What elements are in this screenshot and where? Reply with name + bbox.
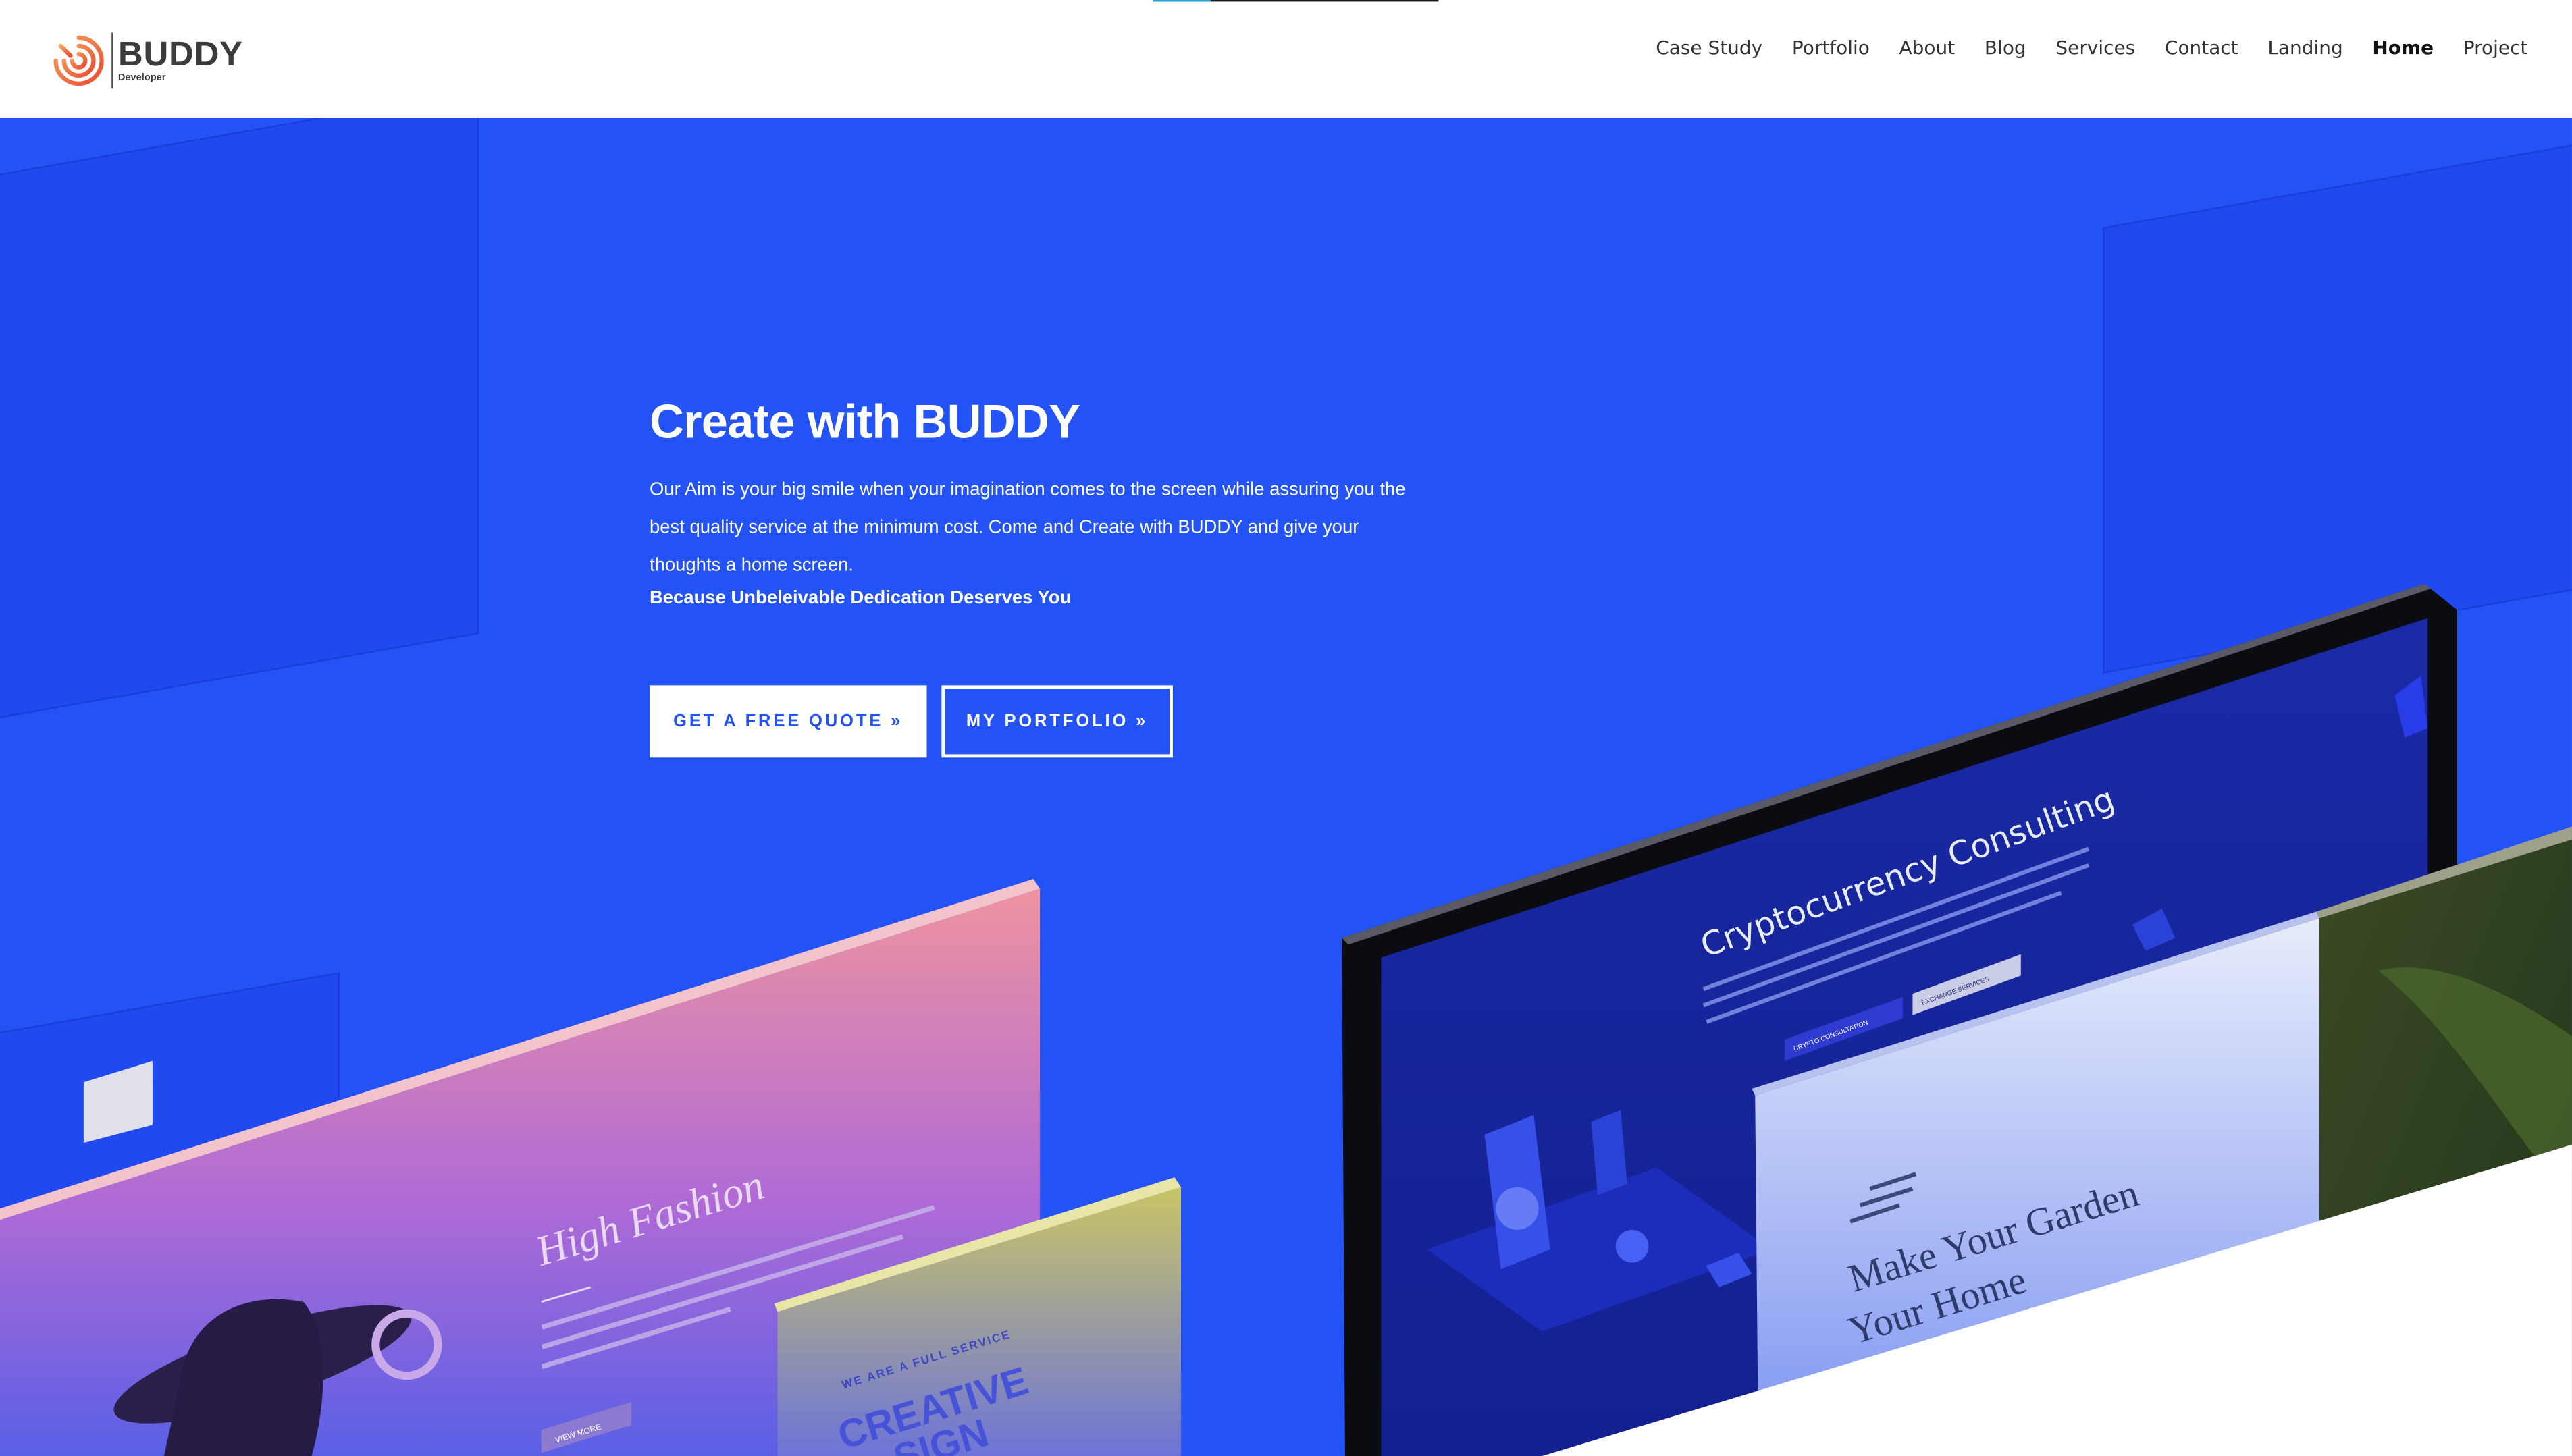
logo-subtitle: Developer bbox=[117, 74, 166, 84]
nav-item-contact[interactable]: Contact bbox=[2165, 34, 2238, 61]
main-nav: Case Study Portfolio About Blog Services Cont… bbox=[1627, 34, 2528, 61]
logo-wordmark: BUDDY Developer bbox=[118, 38, 243, 84]
nav-item-blog[interactable]: Blog bbox=[1985, 34, 2026, 61]
logo-divider bbox=[111, 32, 113, 89]
scroll-progress-fill bbox=[1153, 0, 1211, 2]
scroll-progress-bar bbox=[1153, 0, 1439, 2]
nav-item-portfolio[interactable]: Portfolio bbox=[1792, 34, 1870, 61]
hero-section: Create with BUDDY Our Aim is your big sm… bbox=[0, 117, 2572, 1456]
nav-item-case-study[interactable]: Case Study bbox=[1656, 34, 1762, 61]
site-logo[interactable]: BUDDY Developer bbox=[51, 31, 243, 90]
floating-card bbox=[83, 1060, 153, 1143]
logo-name: BUDDY bbox=[117, 36, 243, 74]
site-header: BUDDY Developer Case Study Portfolio About… bbox=[0, 0, 2572, 118]
nav-item-landing[interactable]: Landing bbox=[2267, 34, 2342, 61]
nav-item-project[interactable]: Project bbox=[2463, 34, 2528, 61]
nav-item-about[interactable]: About bbox=[1899, 34, 1956, 61]
hero-mockups-illustration: High Fashion VIEW MORE WE ARE A FULL SER… bbox=[0, 583, 2572, 1456]
nav-item-home[interactable]: Home bbox=[2372, 34, 2434, 61]
page: BUDDY Developer Case Study Portfolio About… bbox=[0, 0, 2572, 1456]
buddy-logo-icon bbox=[53, 35, 104, 86]
nav-item-services[interactable]: Services bbox=[2055, 34, 2135, 61]
